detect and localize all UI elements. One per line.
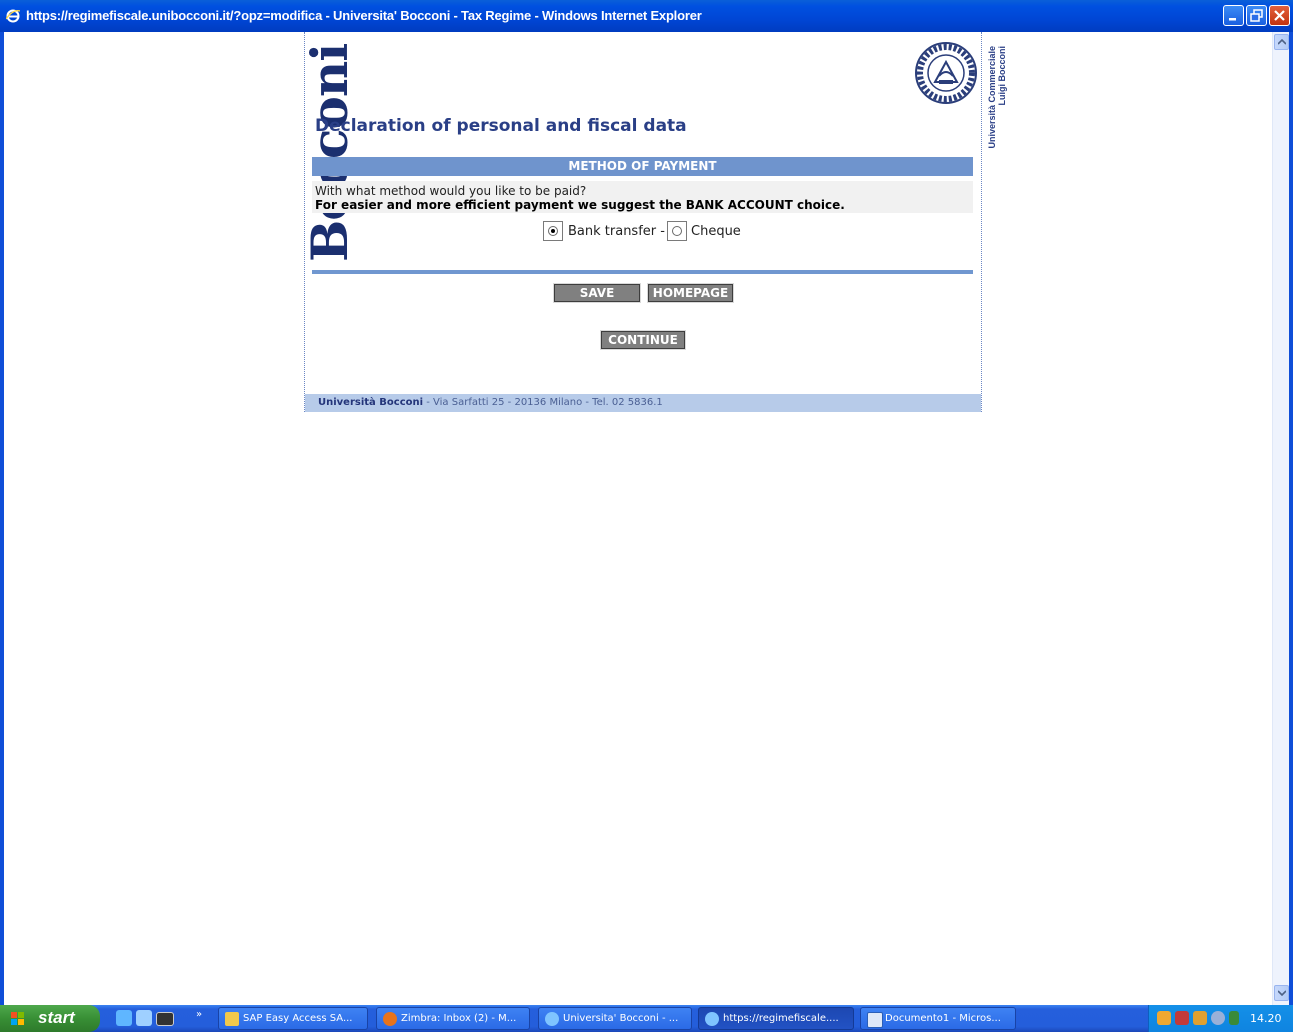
close-button[interactable] [1269, 5, 1290, 26]
radio-dot [672, 226, 682, 236]
system-tray: 14.20 [1148, 1005, 1293, 1032]
quicklaunch-browser-icon[interactable] [136, 1010, 152, 1026]
homepage-button[interactable]: HOMEPAGE [647, 283, 734, 303]
task-label: https://regimefiscale.... [723, 1013, 839, 1024]
minimize-button[interactable] [1223, 5, 1244, 26]
chevron-up-icon [1278, 39, 1286, 45]
payment-question: With what method would you like to be pa… [315, 184, 587, 198]
sap-icon [225, 1012, 239, 1026]
word-icon [867, 1012, 883, 1028]
side-label-line-1: Università Commerciale [987, 46, 997, 149]
task-label: Documento1 - Micros... [885, 1013, 1001, 1024]
tray-power-icon[interactable] [1229, 1011, 1239, 1025]
minimize-icon [1229, 18, 1236, 21]
windows-flag-icon [11, 1012, 24, 1025]
task-label: Zimbra: Inbox (2) - M... [401, 1013, 517, 1024]
taskbar: start » SAP Easy Access SA... Zimbra: In… [0, 1005, 1293, 1032]
continue-button[interactable]: CONTINUE [600, 330, 686, 350]
taskbar-item-bocconi[interactable]: Universita' Bocconi - ... [538, 1007, 692, 1030]
task-label: Universita' Bocconi - ... [563, 1013, 679, 1024]
quicklaunch-ie-icon[interactable] [116, 1010, 132, 1026]
window-title-bar: https://regimefiscale.unibocconi.it/?opz… [0, 0, 1293, 32]
bocconi-wordmark: Bocconi [252, 44, 359, 270]
tray-network-icon[interactable] [1193, 1011, 1207, 1025]
taskbar-clock[interactable]: 14.20 [1250, 1012, 1282, 1025]
taskbar-item-zimbra[interactable]: Zimbra: Inbox (2) - M... [376, 1007, 530, 1030]
firefox-icon [383, 1012, 397, 1026]
save-button[interactable]: SAVE [553, 283, 641, 303]
ie-icon [545, 1012, 559, 1026]
page-footer: Università Bocconi - Via Sarfatti 25 - 2… [305, 394, 981, 412]
section-divider [312, 270, 973, 274]
page-title: Declaration of personal and fiscal data [315, 116, 687, 136]
scroll-down-button[interactable] [1274, 985, 1289, 1001]
tray-shield-icon[interactable] [1175, 1011, 1189, 1025]
quicklaunch-console-icon[interactable] [156, 1012, 174, 1026]
start-label: start [38, 1008, 75, 1027]
quicklaunch-more-icon[interactable]: » [196, 1009, 202, 1020]
tray-folder-icon[interactable] [1157, 1011, 1171, 1025]
taskbar-item-word[interactable]: Documento1 - Micros... [860, 1007, 1016, 1030]
taskbar-item-regimefiscale[interactable]: https://regimefiscale.... [698, 1007, 854, 1030]
vertical-scrollbar[interactable] [1272, 32, 1289, 1005]
university-seal-icon [915, 42, 977, 104]
side-label-text: Università Commerciale Luigi Bocconi [987, 46, 1007, 174]
chevron-down-icon [1278, 990, 1286, 996]
radio-dot [548, 226, 558, 236]
restore-icon [1250, 9, 1263, 22]
radio-bank-transfer[interactable] [543, 221, 563, 241]
side-label-line-2: Luigi Bocconi [997, 46, 1007, 106]
scroll-up-button[interactable] [1274, 34, 1289, 50]
footer-address: - Via Sarfatti 25 - 20136 Milano - Tel. … [423, 397, 663, 408]
window-frame-right [1289, 32, 1293, 1005]
footer-university-name: Università Bocconi [318, 397, 424, 408]
payment-suggestion: For easier and more efficient payment we… [315, 198, 845, 212]
ie-icon [6, 9, 20, 23]
section-header: METHOD OF PAYMENT [312, 157, 973, 176]
window-title: https://regimefiscale.unibocconi.it/?opz… [26, 8, 702, 23]
restore-button[interactable] [1246, 5, 1267, 26]
start-button[interactable]: start [0, 1005, 100, 1032]
browser-viewport: Bocconi Declaration of personal and fisc… [4, 32, 1272, 1005]
ie-icon [705, 1012, 719, 1026]
radio-cheque[interactable] [667, 221, 687, 241]
task-label: SAP Easy Access SA... [243, 1013, 353, 1024]
page-content: Declaration of personal and fiscal data … [304, 32, 982, 412]
taskbar-item-sap[interactable]: SAP Easy Access SA... [218, 1007, 368, 1030]
question-box: With what method would you like to be pa… [312, 181, 973, 213]
university-side-label: Università Commerciale Luigi Bocconi [987, 46, 1027, 196]
tray-update-icon[interactable] [1211, 1011, 1225, 1025]
close-icon [1274, 10, 1285, 21]
radio-label-cheque: Cheque [691, 224, 741, 239]
radio-label-bank-transfer: Bank transfer - [568, 224, 665, 239]
